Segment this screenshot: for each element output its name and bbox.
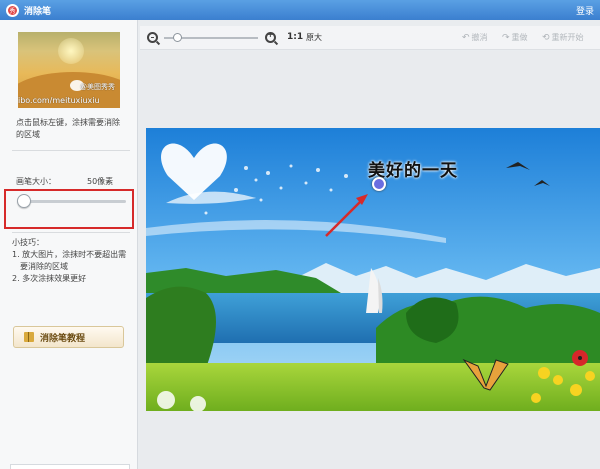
brush-size-label: 画笔大小： — [16, 177, 56, 186]
left-panel: @美图秀秀 ibo.com/meituxiuxiu 点击鼠标左键，涂抹需要消除的… — [0, 20, 138, 469]
actual-size-button[interactable]: 原大 — [306, 32, 322, 43]
bottom-input-box — [10, 464, 130, 469]
eraser-cursor-marker — [372, 177, 386, 191]
tutorial-button-label: 消除笔教程 — [40, 333, 86, 344]
actual-size-ratio[interactable]: 1:1 — [287, 32, 303, 42]
zoom-out-icon[interactable] — [147, 32, 158, 43]
thumbnail-sun — [58, 38, 84, 64]
divider — [12, 150, 130, 151]
tip-item: 2. 多次涂抹效果更好 — [12, 274, 87, 283]
undo-label: 撤消 — [471, 33, 488, 42]
app-logo-icon: 秀 — [6, 3, 19, 17]
thumbnail-watermark-url: ibo.com/meituxiuxiu — [18, 96, 100, 105]
login-link[interactable]: 登录 — [576, 4, 594, 17]
eraser-tutorial-button[interactable]: 消除笔教程 — [13, 326, 124, 348]
undo-icon: ↶ — [462, 32, 470, 43]
restart-label: 重新开始 — [551, 33, 584, 42]
thumbnail-watermark: @美图秀秀 — [80, 83, 115, 91]
brush-size-value: 50像素 — [87, 177, 114, 186]
restart-button[interactable]: ⟲ 重新开始 — [542, 32, 584, 43]
tips-section: 小技巧： 1. 放大图片，涂抹时不要超出需要消除的区域 2. 多次涂抹效果更好 — [12, 237, 132, 285]
book-icon — [24, 332, 34, 342]
tips-title: 小技巧： — [12, 238, 44, 247]
preview-thumbnail: @美图秀秀 ibo.com/meituxiuxiu — [18, 32, 120, 108]
app-logo-text: 秀 — [8, 5, 17, 15]
window-title: 消除笔 — [24, 6, 52, 17]
usage-hint: 点击鼠标左键，涂抹需要消除的区域 — [16, 118, 120, 139]
redo-button[interactable]: ↷ 重做 — [502, 32, 528, 43]
zoom-slider-handle[interactable] — [173, 33, 183, 42]
brush-size-slider-track[interactable] — [18, 200, 126, 203]
toolbar: 1:1 原大 ↶ 撤消 ↷ 重做 ⟲ 重新开始 — [140, 26, 600, 50]
restart-icon: ⟲ — [542, 32, 550, 43]
undo-button[interactable]: ↶ 撤消 — [462, 32, 488, 43]
title-bar: 秀 消除笔 登录 — [0, 0, 600, 20]
editing-canvas[interactable]: 美好的一天 — [140, 51, 600, 469]
divider — [12, 232, 130, 233]
tip-item: 1. 放大图片，涂抹时不要超出需要消除的区域 — [12, 250, 127, 271]
edited-photo[interactable]: 美好的一天 — [146, 128, 600, 411]
zoom-in-icon[interactable] — [265, 30, 276, 43]
redo-icon: ↷ — [502, 32, 510, 43]
redo-label: 重做 — [511, 33, 528, 42]
